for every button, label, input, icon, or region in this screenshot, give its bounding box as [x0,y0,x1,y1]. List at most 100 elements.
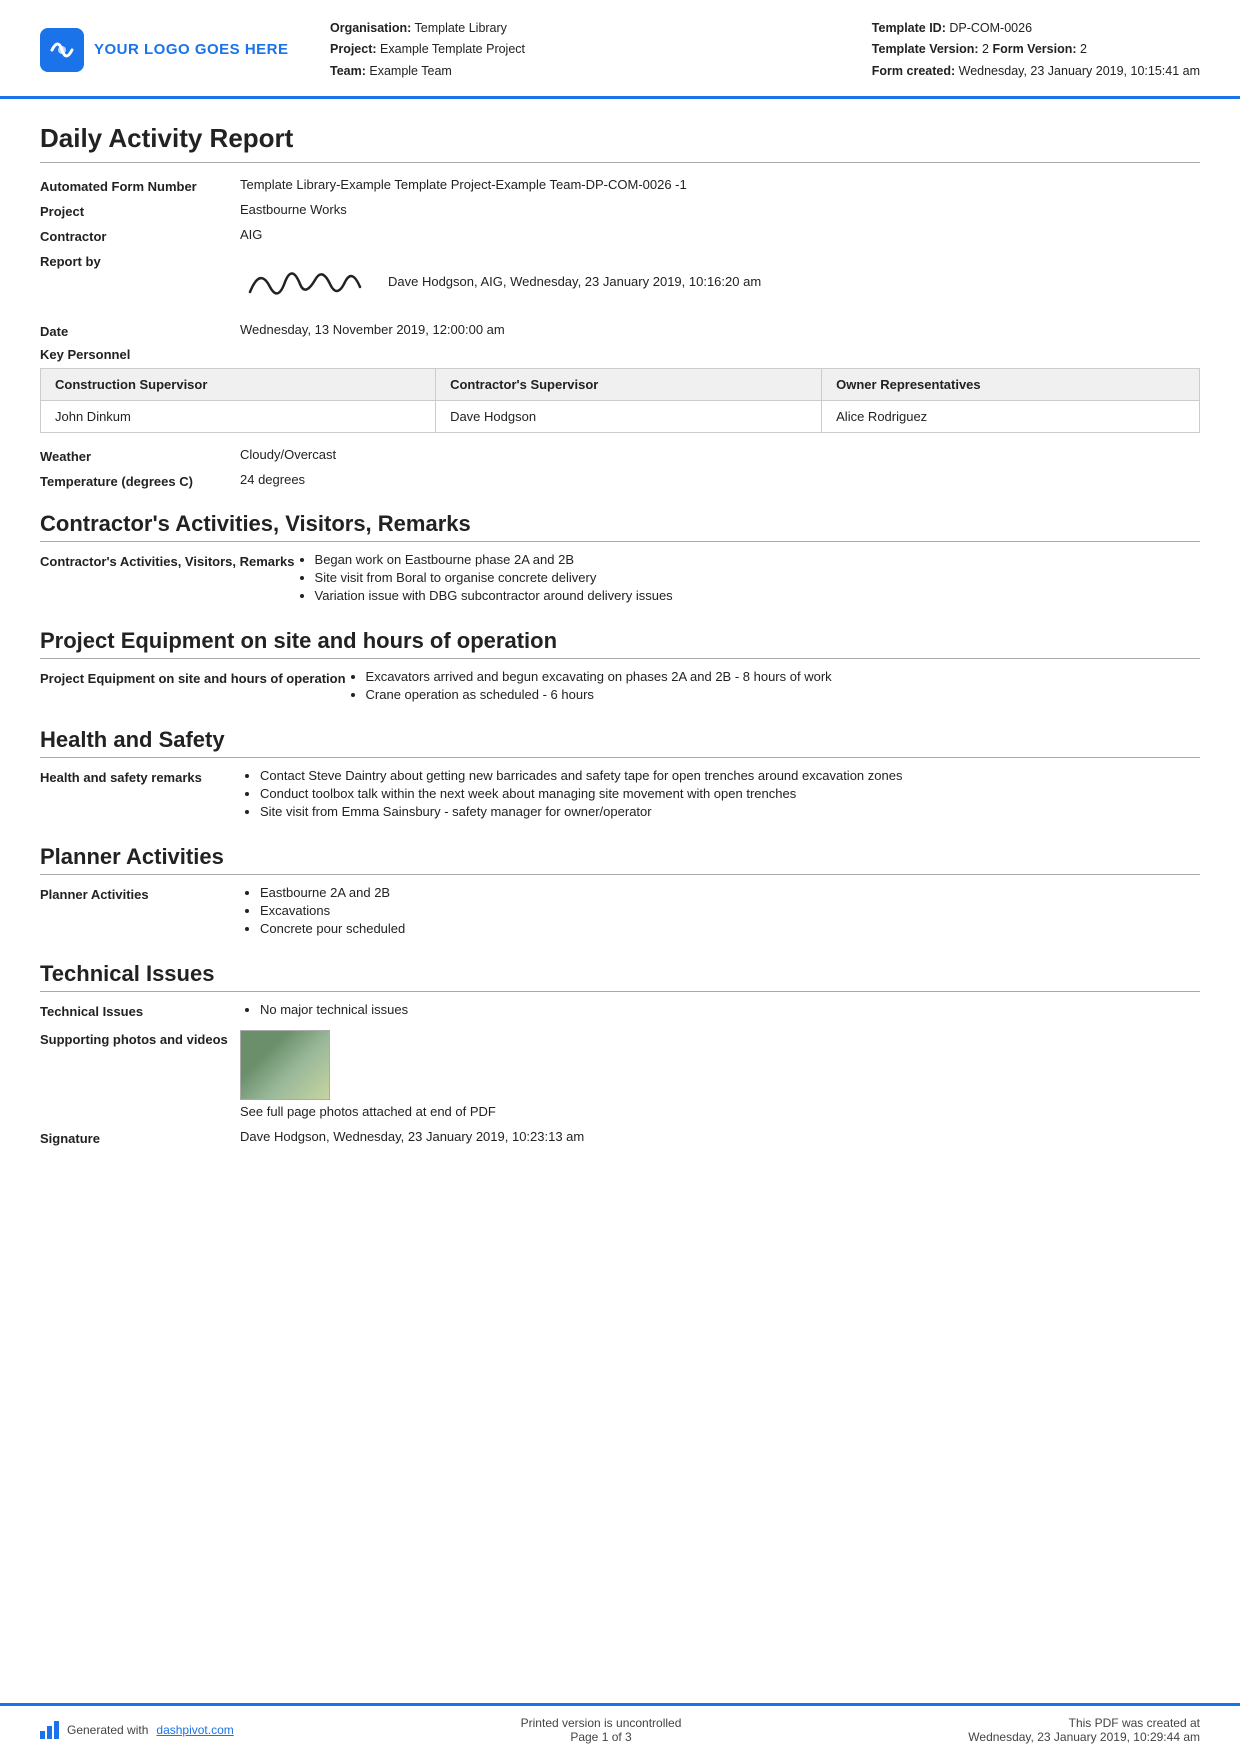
footer-center-line1: Printed version is uncontrolled [521,1716,682,1730]
template-version-label: Template Version: [872,42,979,56]
photo-placeholder [241,1031,329,1099]
signature-label: Signature [40,1129,240,1146]
personnel-header-col2: Contractor's Supervisor [436,368,822,400]
report-by-value: Dave Hodgson, AIG, Wednesday, 23 January… [240,252,1200,312]
personnel-table: Construction Supervisor Contractor's Sup… [40,368,1200,433]
list-item: Conduct toolbox talk within the next wee… [260,786,1200,801]
personnel-cell-supervisor: John Dinkum [41,400,436,432]
template-id-row: Template ID: DP-COM-0026 [872,18,1200,39]
list-item: Crane operation as scheduled - 6 hours [366,687,1200,702]
footer-left: Generated with dashpivot.com [40,1721,234,1739]
section-4-bullets: No major technical issues [240,1002,1200,1020]
list-item: Contact Steve Daintry about getting new … [260,768,1200,783]
list-item: Site visit from Boral to organise concre… [315,570,1200,585]
supporting-photos-row: Supporting photos and videos See full pa… [40,1030,1200,1119]
footer-center-line2: Page 1 of 3 [521,1730,682,1744]
logo-icon [40,28,84,72]
section-1-label: Project Equipment on site and hours of o… [40,669,346,686]
date-row: Date Wednesday, 13 November 2019, 12:00:… [40,322,1200,339]
personnel-cell-contractor-supervisor: Dave Hodgson [436,400,822,432]
table-row: John Dinkum Dave Hodgson Alice Rodriguez [41,400,1200,432]
team-row: Team: Example Team [330,61,872,82]
list-item: Eastbourne 2A and 2B [260,885,1200,900]
signature-value: Dave Hodgson, Wednesday, 23 January 2019… [240,1129,1200,1144]
section-3-bullets: Eastbourne 2A and 2B Excavations Concret… [240,885,1200,939]
bar1 [40,1731,45,1739]
form-version-label: Form Version: [992,42,1076,56]
report-by-text: Dave Hodgson, AIG, Wednesday, 23 January… [388,274,761,289]
list-item: Concrete pour scheduled [260,921,1200,936]
footer-center: Printed version is uncontrolled Page 1 o… [521,1716,682,1744]
template-version-row: Template Version: 2 Form Version: 2 [872,39,1200,60]
section-heading-0: Contractor's Activities, Visitors, Remar… [40,511,1200,542]
dashpivot-icon [40,1721,59,1739]
section-0-bullets: Began work on Eastbourne phase 2A and 2B… [295,552,1200,606]
header: YOUR LOGO GOES HERE Organisation: Templa… [0,0,1240,99]
list-item: Excavations [260,903,1200,918]
section-heading-4: Technical Issues [40,961,1200,992]
personnel-cell-owner-rep: Alice Rodriguez [822,400,1200,432]
org-row: Organisation: Template Library [330,18,872,39]
form-version-value: 2 [1080,42,1087,56]
report-by-label: Report by [40,252,240,269]
dashpivot-link[interactable]: dashpivot.com [156,1723,233,1737]
section-1-bullets: Excavators arrived and begun excavating … [346,669,1200,705]
supporting-photos-caption: See full page photos attached at end of … [240,1104,1200,1119]
org-value: Template Library [415,21,507,35]
automated-form-value: Template Library-Example Template Projec… [240,177,1200,192]
footer: Generated with dashpivot.com Printed ver… [0,1703,1240,1754]
footer-right-line1: This PDF was created at [968,1716,1200,1730]
report-by-row: Report by Dave Hodgson, AIG, Wednesday, … [40,252,1200,312]
project-label: Project: [330,42,377,56]
contractor-row: Contractor AIG [40,227,1200,244]
section-4-row: Technical Issues No major technical issu… [40,1002,1200,1020]
team-label: Team: [330,64,366,78]
section-3-row: Planner Activities Eastbourne 2A and 2B … [40,885,1200,939]
section-4-label: Technical Issues [40,1002,240,1019]
form-created-label: Form created: [872,64,955,78]
section-2-bullets: Contact Steve Daintry about getting new … [240,768,1200,822]
photo-thumbnail [240,1030,330,1100]
project-field-value: Eastbourne Works [240,202,1200,217]
report-by-signature [240,252,370,312]
weather-label: Weather [40,447,240,464]
weather-row: Weather Cloudy/Overcast [40,447,1200,464]
form-created-value: Wednesday, 23 January 2019, 10:15:41 am [959,64,1200,78]
list-item: Began work on Eastbourne phase 2A and 2B [315,552,1200,567]
temperature-row: Temperature (degrees C) 24 degrees [40,472,1200,489]
logo-area: YOUR LOGO GOES HERE [40,18,300,82]
bar2 [47,1726,52,1739]
header-meta-right: Template ID: DP-COM-0026 Template Versio… [872,18,1200,82]
signature-row: Signature Dave Hodgson, Wednesday, 23 Ja… [40,1129,1200,1146]
weather-value: Cloudy/Overcast [240,447,1200,462]
org-label: Organisation: [330,21,411,35]
logo-box: YOUR LOGO GOES HERE [40,28,289,72]
list-item: Variation issue with DBG subcontractor a… [315,588,1200,603]
list-item: Site visit from Emma Sainsbury - safety … [260,804,1200,819]
supporting-photos-label: Supporting photos and videos [40,1030,240,1047]
section-heading-3: Planner Activities [40,844,1200,875]
personnel-header-col1: Construction Supervisor [41,368,436,400]
signature-area: Dave Hodgson, AIG, Wednesday, 23 January… [240,252,1200,312]
section-2-row: Health and safety remarks Contact Steve … [40,768,1200,822]
personnel-header-row: Construction Supervisor Contractor's Sup… [41,368,1200,400]
key-personnel-label: Key Personnel [40,347,1200,362]
temperature-label: Temperature (degrees C) [40,472,240,489]
main-content: Daily Activity Report Automated Form Num… [0,99,1240,1663]
project-value: Example Template Project [380,42,525,56]
contractor-field-value: AIG [240,227,1200,242]
list-item: No major technical issues [260,1002,1200,1017]
template-id-label: Template ID: [872,21,946,35]
automated-form-row: Automated Form Number Template Library-E… [40,177,1200,194]
section-0-label: Contractor's Activities, Visitors, Remar… [40,552,295,569]
list-item: Excavators arrived and begun excavating … [366,669,1200,684]
section-2-label: Health and safety remarks [40,768,240,785]
form-created-row: Form created: Wednesday, 23 January 2019… [872,61,1200,82]
footer-right: This PDF was created at Wednesday, 23 Ja… [968,1716,1200,1744]
project-row: Project Eastbourne Works [40,202,1200,219]
section-3-label: Planner Activities [40,885,240,902]
logo-text: YOUR LOGO GOES HERE [94,41,289,58]
temperature-value: 24 degrees [240,472,1200,487]
personnel-header-col3: Owner Representatives [822,368,1200,400]
footer-generated-prefix: Generated with [67,1723,148,1737]
